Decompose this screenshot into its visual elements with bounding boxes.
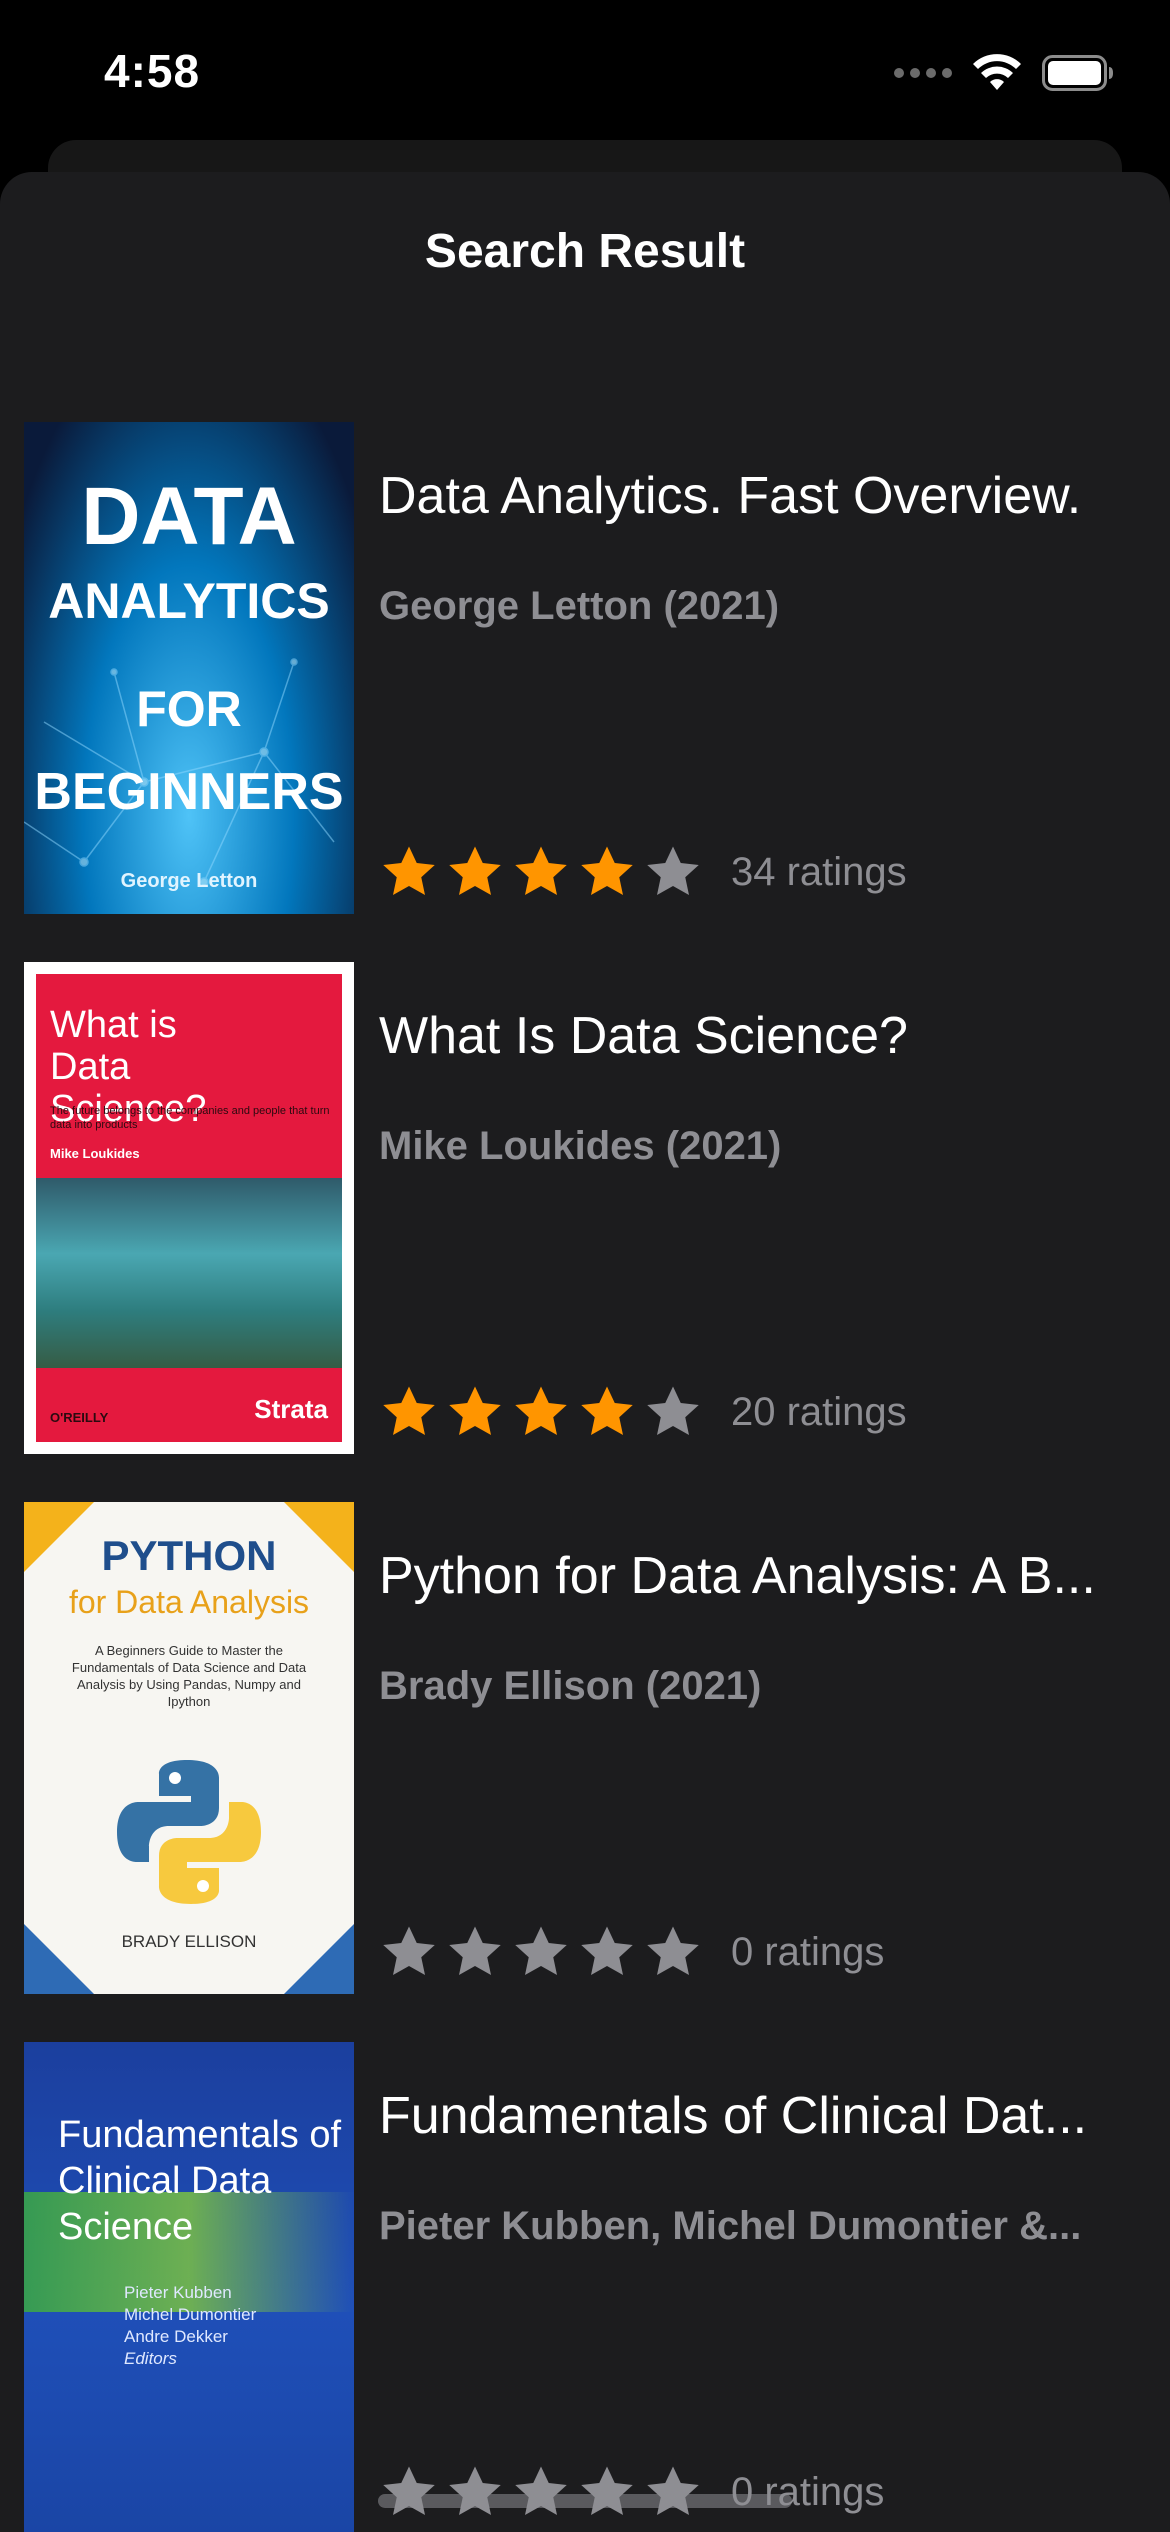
rating: 34 ratings — [379, 842, 907, 902]
rating-count: 20 ratings — [731, 1389, 907, 1434]
author-name: George Letton — [379, 584, 653, 628]
star-empty-icon — [647, 846, 699, 895]
cellular-signal-icon — [894, 68, 952, 78]
book-title[interactable]: Data Analytics. Fast Overview. — [379, 466, 1139, 526]
rating: 20 ratings — [379, 1382, 907, 1442]
star-filled-icon — [449, 1386, 501, 1435]
star-filled-icon — [515, 1386, 567, 1435]
star-filled-icon — [383, 846, 435, 895]
book-cover: Fundamentals of Clinical Data Science Pi… — [24, 2042, 354, 2532]
author-name: Pieter Kubben, Michel Dumontier &... — [379, 2204, 1082, 2248]
cover-blurb: A Beginners Guide to Master the Fundamen… — [71, 1643, 307, 1709]
cover-subtitle: The future belongs to the companies and … — [50, 1105, 330, 1131]
star-rating — [379, 1382, 703, 1442]
result-row[interactable]: DATA ANALYTICS FOR BEGINNERS George Lett… — [0, 422, 1170, 962]
rating: 0 ratings — [379, 1922, 884, 1982]
rating-count: 34 ratings — [731, 849, 907, 894]
cover-line: FOR — [136, 681, 242, 737]
rating: 0 ratings — [379, 2462, 884, 2522]
star-empty-icon — [449, 2466, 501, 2515]
result-row[interactable]: PYTHON for Data Analysis A Beginners Gui… — [0, 1502, 1170, 2042]
star-empty-icon — [515, 2466, 567, 2515]
book-cover: What is Data Science? The future belongs… — [24, 962, 354, 1454]
cover-author: Mike Loukides — [50, 1146, 140, 1161]
star-empty-icon — [581, 1926, 633, 1975]
book-author: Mike Loukides (2021) — [379, 1124, 1139, 1169]
cover-editor: Michel Dumontier — [124, 2305, 257, 2324]
author-name: Brady Ellison — [379, 1664, 635, 1708]
cover-line: ANALYTICS — [48, 573, 330, 629]
star-empty-icon — [515, 1926, 567, 1975]
star-empty-icon — [581, 2466, 633, 2515]
author-name: Mike Loukides — [379, 1124, 655, 1168]
home-indicator[interactable] — [378, 2494, 792, 2508]
book-cover: PYTHON for Data Analysis A Beginners Gui… — [24, 1502, 354, 1994]
book-title[interactable]: Fundamentals of Clinical Dat... — [379, 2086, 1139, 2146]
star-empty-icon — [383, 1926, 435, 1975]
star-filled-icon — [581, 1386, 633, 1435]
book-author: Pieter Kubben, Michel Dumontier &... — [379, 2204, 1139, 2249]
cover-editor: Andre Dekker — [124, 2327, 228, 2346]
book-author: Brady Ellison (2021) — [379, 1664, 1139, 1709]
publication-year: (2021) — [663, 584, 780, 628]
status-time: 4:58 — [104, 45, 201, 97]
sheet-title: Search Result — [424, 225, 746, 278]
status-icons — [894, 48, 1114, 98]
search-result-sheet[interactable]: Search Result DATA ANALYTICS FOR BEGINNE… — [0, 172, 1170, 2532]
star-filled-icon — [383, 1386, 435, 1435]
publication-year: (2021) — [665, 1124, 782, 1168]
cover-brand: Strata — [254, 1394, 328, 1424]
cover-line: BEGINNERS — [34, 763, 344, 821]
battery-icon — [1042, 55, 1113, 91]
star-filled-icon — [449, 846, 501, 895]
cover-title: Fundamentals of Clinical Data Science — [58, 2114, 342, 2248]
star-empty-icon — [647, 1386, 699, 1435]
python-logo-icon — [117, 1760, 261, 1904]
star-filled-icon — [515, 846, 567, 895]
book-cover: DATA ANALYTICS FOR BEGINNERS George Lett… — [24, 422, 354, 914]
wifi-icon — [973, 54, 1021, 90]
book-title[interactable]: What Is Data Science? — [379, 1006, 1139, 1066]
result-row[interactable]: Fundamentals of Clinical Data Science Pi… — [0, 2042, 1170, 2532]
star-empty-icon — [647, 1926, 699, 1975]
star-empty-icon — [449, 1926, 501, 1975]
cover-author: George Letton — [120, 870, 258, 892]
star-rating — [379, 842, 703, 902]
book-author: George Letton (2021) — [379, 584, 1139, 629]
cover-title: PYTHON — [101, 1532, 277, 1579]
publication-year: (2021) — [645, 1664, 762, 1708]
result-row[interactable]: What is Data Science? The future belongs… — [0, 962, 1170, 1502]
book-title[interactable]: Python for Data Analysis: A B... — [379, 1546, 1139, 1606]
cover-editor: Pieter Kubben — [124, 2283, 232, 2302]
star-empty-icon — [383, 2466, 435, 2515]
cover-line: DATA — [81, 471, 297, 562]
star-filled-icon — [581, 846, 633, 895]
cover-photo — [36, 1178, 342, 1368]
result-list[interactable]: DATA ANALYTICS FOR BEGINNERS George Lett… — [0, 422, 1170, 2532]
status-bar: 4:58 — [0, 0, 1170, 150]
star-rating — [379, 2462, 703, 2522]
cover-corner — [24, 1924, 94, 1994]
cover-editor: Editors — [124, 2349, 177, 2368]
rating-count: 0 ratings — [731, 1929, 885, 1974]
star-rating — [379, 1922, 703, 1982]
cover-editors: Pieter Kubben Michel Dumontier Andre Dek… — [124, 2282, 256, 2370]
cover-corner — [284, 1924, 354, 1994]
cover-subtitle: for Data Analysis — [68, 1584, 310, 1620]
cover-publisher: O'REILLY — [50, 1410, 109, 1425]
star-empty-icon — [647, 2466, 699, 2515]
